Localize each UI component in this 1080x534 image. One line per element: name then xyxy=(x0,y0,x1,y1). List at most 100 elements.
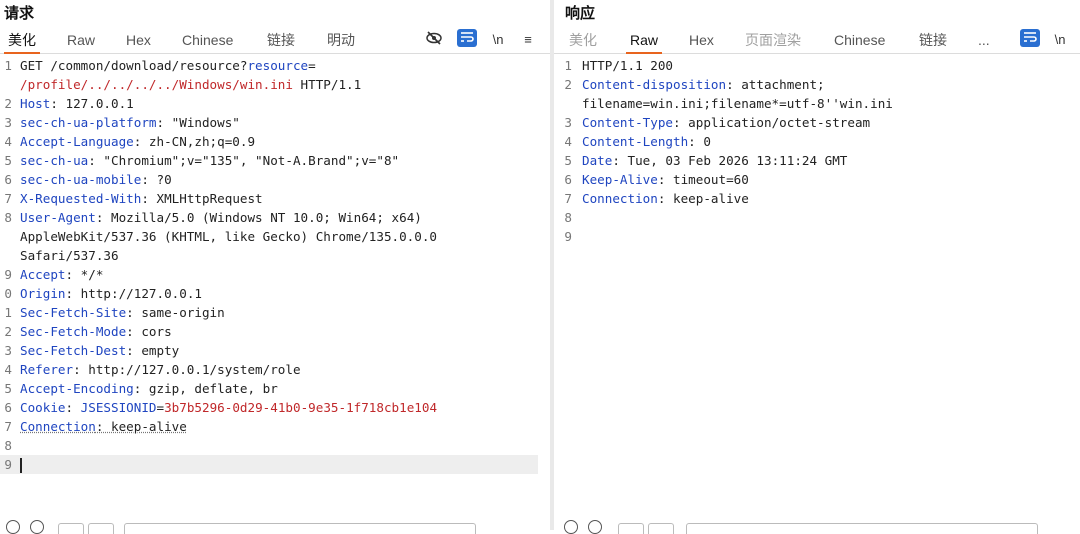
help-icon[interactable] xyxy=(564,520,578,534)
text-segment: : keep-alive xyxy=(96,419,187,434)
code-line[interactable]: /profile/../../../../Windows/win.ini HTT… xyxy=(0,75,550,94)
tab-render[interactable]: 页面渲染 xyxy=(745,31,801,53)
code-line[interactable]: 4 Accept-Language: zh-CN,zh;q=0.9 xyxy=(0,132,550,151)
code-line[interactable]: 7 X-Requested-With: XMLHttpRequest xyxy=(0,189,550,208)
code-line[interactable]: 8 User-Agent: Mozilla/5.0 (Windows NT 10.… xyxy=(0,208,550,227)
newline-toggle-icon[interactable]: \n xyxy=(1050,30,1070,50)
header-name: JSESSIONID xyxy=(81,400,157,415)
response-pane: 响应 美化 Raw Hex 页面渲染 Chinese 链接 ... \n 1 HT… xyxy=(554,0,1080,530)
settings-icon[interactable] xyxy=(588,520,602,534)
code-line[interactable]: 7 Connection: keep-alive xyxy=(0,417,550,436)
tab-chinese[interactable]: Chinese xyxy=(834,31,885,53)
wrap-lines-icon[interactable] xyxy=(457,29,477,47)
forward-button[interactable] xyxy=(88,523,114,534)
header-name: Keep-Alive xyxy=(582,172,658,187)
tab-more[interactable]: ... xyxy=(978,31,990,53)
code-line[interactable]: 1 HTTP/1.1 200 xyxy=(554,56,1080,75)
line-number: 3 xyxy=(560,113,572,132)
code-line[interactable]: 8 xyxy=(554,208,1080,227)
code-text: Content-disposition: attachment; xyxy=(582,75,825,94)
response-tabbar: 美化 Raw Hex 页面渲染 Chinese 链接 ... \n xyxy=(554,27,1080,54)
tab-links[interactable]: 链接 xyxy=(919,31,947,53)
code-line[interactable]: 3 Content-Type: application/octet-stream xyxy=(554,113,1080,132)
response-editor[interactable]: 1 HTTP/1.1 200 2 Content-disposition: attac… xyxy=(554,55,1080,512)
header-name: sec-ch-ua-platform xyxy=(20,115,156,130)
code-line[interactable]: 8 xyxy=(0,436,550,455)
text-segment: = xyxy=(157,400,165,415)
line-number: 7 xyxy=(560,189,572,208)
code-line[interactable]: Safari/537.36 xyxy=(0,246,550,265)
request-pane: 请求 美化 Raw Hex Chinese 链接 明动 \n ≡ 1 GET /c… xyxy=(0,0,550,530)
code-line[interactable]: 6 sec-ch-ua-mobile: ?0 xyxy=(0,170,550,189)
code-line[interactable]: 5 sec-ch-ua: "Chromium";v="135", "Not-A.B… xyxy=(0,151,550,170)
code-line[interactable]: filename=win.ini;filename*=utf-8''win.in… xyxy=(554,94,1080,113)
code-line[interactable]: 2 Sec-Fetch-Mode: cors xyxy=(0,322,550,341)
code-text: Origin: http://127.0.0.1 xyxy=(20,284,202,303)
text-segment: : empty xyxy=(126,343,179,358)
forward-button[interactable] xyxy=(648,523,674,534)
back-button[interactable] xyxy=(58,523,84,534)
tab-hex[interactable]: Hex xyxy=(126,31,151,53)
line-number: 7 xyxy=(0,189,12,208)
code-line[interactable]: AppleWebKit/537.36 (KHTML, like Gecko) C… xyxy=(0,227,550,246)
newline-toggle-icon[interactable]: \n xyxy=(488,30,508,50)
help-icon[interactable] xyxy=(6,520,20,534)
code-line[interactable]: 5 Accept-Encoding: gzip, deflate, br xyxy=(0,379,550,398)
code-line[interactable]: 9 xyxy=(554,227,1080,246)
request-search-input[interactable] xyxy=(124,523,476,534)
code-line[interactable]: 2 Host: 127.0.0.1 xyxy=(0,94,550,113)
highlighted-value: 3b7b5296-0d29-41b0-9e35-1f718cb1e104 xyxy=(164,400,437,415)
tab-mingdong[interactable]: 明动 xyxy=(327,31,355,53)
menu-icon[interactable]: ≡ xyxy=(518,30,538,50)
code-line[interactable]: 1 GET /common/download/resource?resource= xyxy=(0,56,550,75)
line-number: 1 xyxy=(560,56,572,75)
tab-pretty[interactable]: 美化 xyxy=(8,31,36,53)
request-editor[interactable]: 1 GET /common/download/resource?resource=… xyxy=(0,55,550,512)
code-line[interactable]: 2 Content-disposition: attachment; xyxy=(554,75,1080,94)
code-text xyxy=(20,455,22,474)
code-text: Keep-Alive: timeout=60 xyxy=(582,170,749,189)
code-line[interactable]: 4 Content-Length: 0 xyxy=(554,132,1080,151)
code-text: Cookie: JSESSIONID=3b7b5296-0d29-41b0-9e… xyxy=(20,398,437,417)
header-name: Accept-Encoding xyxy=(20,381,134,396)
settings-icon[interactable] xyxy=(30,520,44,534)
tab-links[interactable]: 链接 xyxy=(267,31,295,53)
tab-chinese[interactable]: Chinese xyxy=(182,31,233,53)
code-line[interactable]: 3 sec-ch-ua-platform: "Windows" xyxy=(0,113,550,132)
header-name: Sec-Fetch-Dest xyxy=(20,343,126,358)
code-line[interactable]: 0 Origin: http://127.0.0.1 xyxy=(0,284,550,303)
code-text: Content-Length: 0 xyxy=(582,132,711,151)
code-line[interactable]: 9 xyxy=(0,455,538,474)
hide-eye-icon[interactable] xyxy=(424,30,444,50)
code-line[interactable]: 7 Connection: keep-alive xyxy=(554,189,1080,208)
code-text: sec-ch-ua-mobile: ?0 xyxy=(20,170,172,189)
line-number: 5 xyxy=(0,151,12,170)
line-number: 5 xyxy=(560,151,572,170)
text-segment: : gzip, deflate, br xyxy=(134,381,278,396)
header-name: Content-disposition xyxy=(582,77,726,92)
line-number: 6 xyxy=(0,398,12,417)
text-segment: : Mozilla/5.0 (Windows NT 10.0; Win64; x… xyxy=(96,210,422,225)
tab-pretty[interactable]: 美化 xyxy=(569,31,597,53)
back-button[interactable] xyxy=(618,523,644,534)
code-line[interactable]: 5 Date: Tue, 03 Feb 2026 13:11:24 GMT xyxy=(554,151,1080,170)
tab-hex[interactable]: Hex xyxy=(689,31,714,53)
text-segment: : application/octet-stream xyxy=(673,115,870,130)
line-number: 2 xyxy=(0,322,12,341)
code-line[interactable]: 6 Keep-Alive: timeout=60 xyxy=(554,170,1080,189)
text-segment: : ?0 xyxy=(141,172,171,187)
code-line[interactable]: 4 Referer: http://127.0.0.1/system/role xyxy=(0,360,550,379)
tab-raw[interactable]: Raw xyxy=(67,31,95,53)
header-name: Content-Type xyxy=(582,115,673,130)
response-search-input[interactable] xyxy=(686,523,1038,534)
tab-raw[interactable]: Raw xyxy=(630,31,658,53)
code-line[interactable]: 9 Accept: */* xyxy=(0,265,550,284)
code-line[interactable]: 3 Sec-Fetch-Dest: empty xyxy=(0,341,550,360)
line-number: 1 xyxy=(0,56,12,75)
code-line[interactable]: 6 Cookie: JSESSIONID=3b7b5296-0d29-41b0-9… xyxy=(0,398,550,417)
header-name: Host xyxy=(20,96,50,111)
code-line[interactable]: 1 Sec-Fetch-Site: same-origin xyxy=(0,303,550,322)
code-text: Accept: */* xyxy=(20,265,103,284)
wrap-lines-icon[interactable] xyxy=(1020,29,1040,47)
code-text: Sec-Fetch-Mode: cors xyxy=(20,322,172,341)
